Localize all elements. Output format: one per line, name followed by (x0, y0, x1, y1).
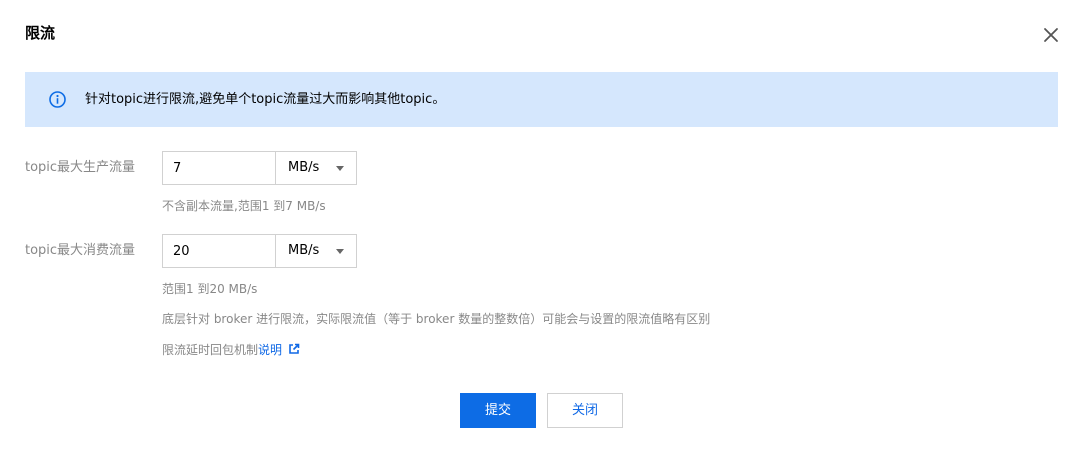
produce-limit-label: topic最大生产流量 (25, 160, 136, 175)
info-banner-text: 针对topic进行限流,避免单个topic流量过大而影响其他topic。 (85, 92, 446, 107)
consume-unit-value: MB/s (288, 243, 320, 258)
info-icon (49, 91, 66, 108)
submit-button[interactable]: 提交 (460, 393, 536, 428)
produce-limit-field: MB/s (162, 151, 357, 185)
close-icon[interactable] (1041, 25, 1061, 45)
produce-unit-select[interactable]: MB/s (276, 152, 356, 184)
delay-mechanism-hint: 限流延时回包机制说明 (162, 342, 300, 358)
consume-limit-input[interactable] (163, 235, 275, 267)
produce-limit-hint: 不含副本流量,范围1 到7 MB/s (162, 199, 326, 213)
external-link-icon[interactable] (288, 343, 300, 355)
chevron-down-icon (336, 166, 344, 171)
broker-limit-hint: 底层针对 broker 进行限流，实际限流值（等于 broker 数量的整数倍）… (162, 312, 711, 326)
consume-limit-label: topic最大消费流量 (25, 243, 136, 258)
produce-limit-input[interactable] (163, 152, 275, 184)
produce-unit-value: MB/s (288, 160, 320, 175)
delay-mechanism-link[interactable]: 说明 (258, 343, 282, 357)
info-banner: 针对topic进行限流,避免单个topic流量过大而影响其他topic。 (25, 72, 1058, 127)
dialog-title: 限流 (25, 24, 56, 42)
delay-mechanism-text: 限流延时回包机制 (162, 343, 259, 357)
close-button[interactable]: 关闭 (547, 393, 623, 428)
consume-limit-field: MB/s (162, 234, 357, 268)
consume-unit-select[interactable]: MB/s (276, 235, 356, 267)
consume-range-hint: 范围1 到20 MB/s (162, 282, 258, 296)
chevron-down-icon (336, 249, 344, 254)
